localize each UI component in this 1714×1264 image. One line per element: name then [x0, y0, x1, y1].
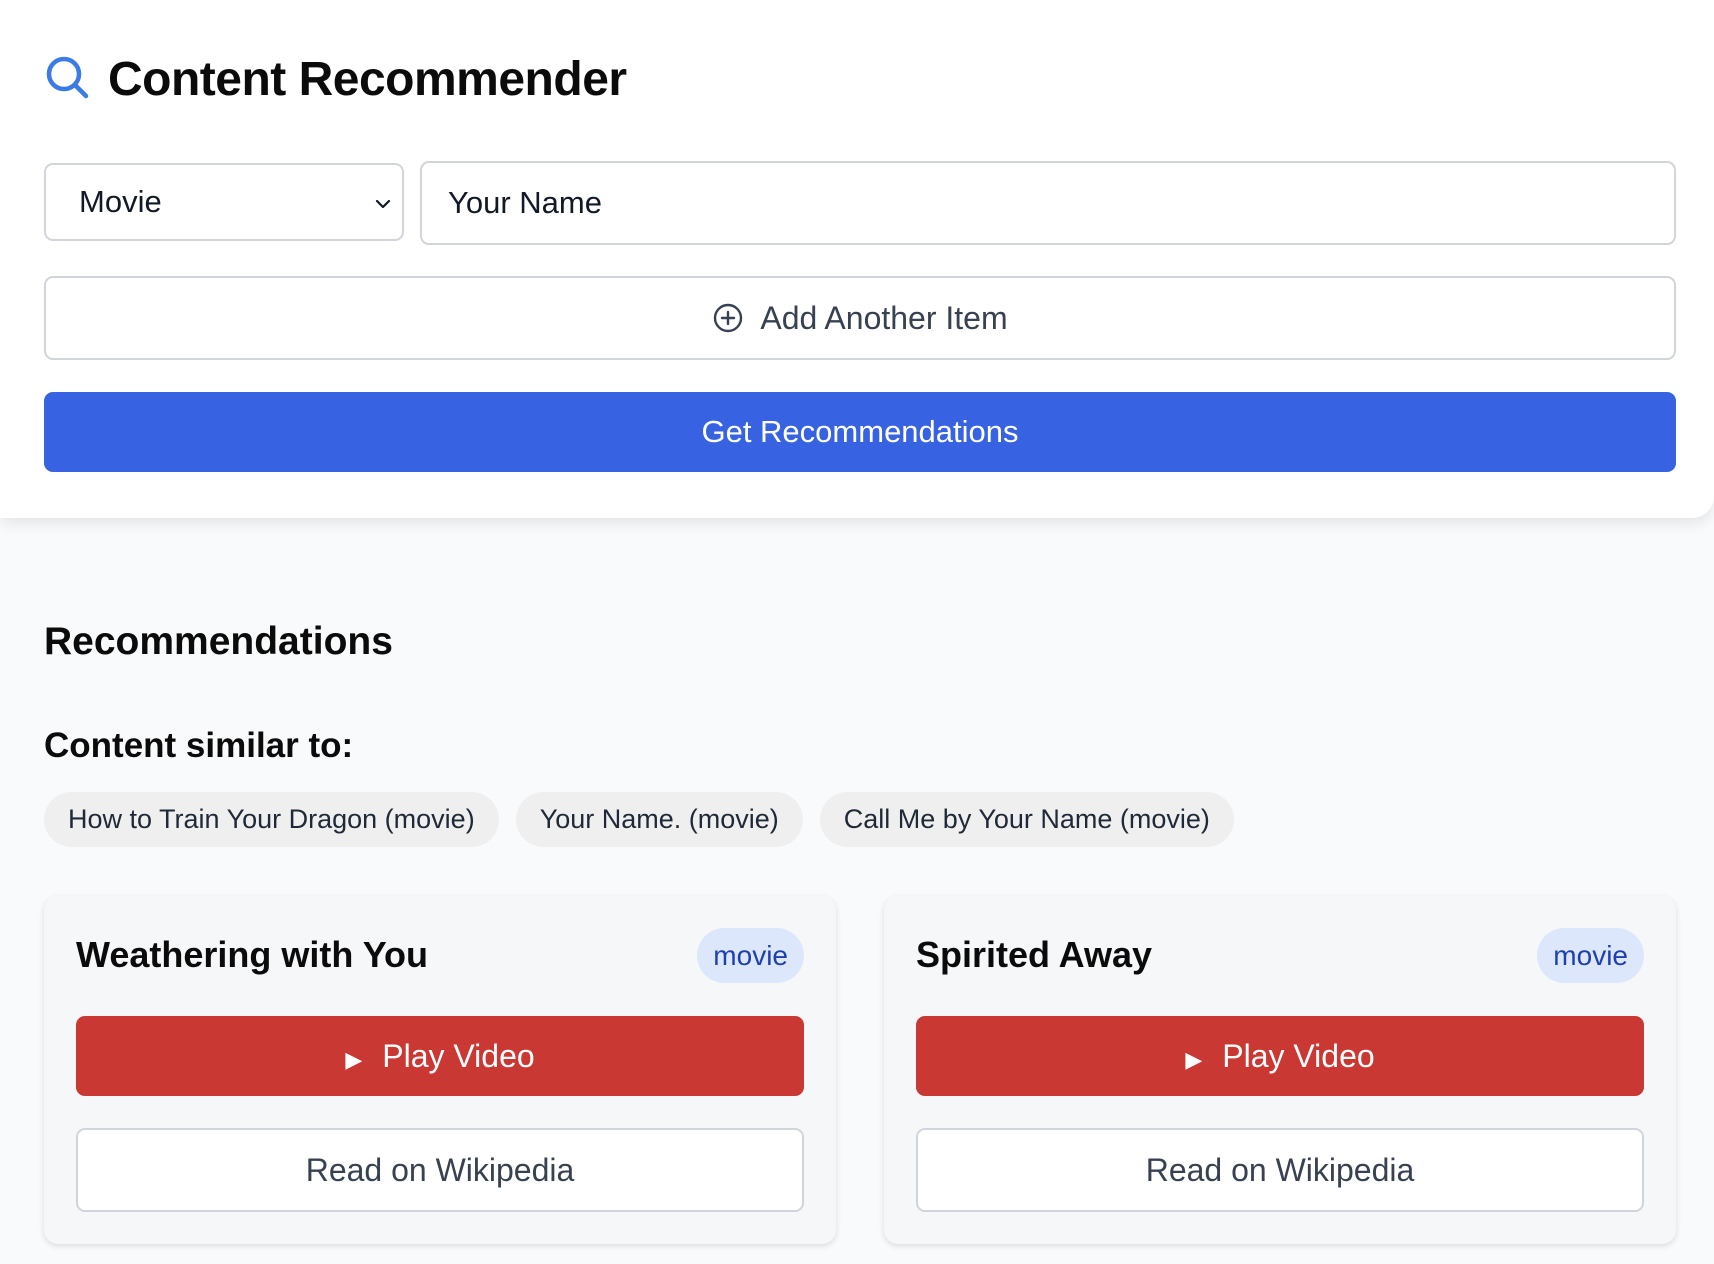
- type-badge: movie: [697, 928, 804, 983]
- play-video-label: Play Video: [382, 1037, 535, 1074]
- plus-circle-icon: [714, 303, 743, 333]
- similar-item-chip: Call Me by Your Name (movie): [819, 792, 1234, 847]
- content-type-select[interactable]: Movie: [44, 163, 404, 241]
- app-header: Content Recommender: [44, 52, 627, 107]
- page-title: Content Recommender: [108, 53, 627, 106]
- recommendations-heading: Recommendations: [44, 620, 393, 663]
- input-panel: Content Recommender Movie Your Name Add …: [0, 0, 1714, 518]
- play-video-button[interactable]: ▶ Play Video: [76, 1016, 804, 1096]
- chevron-down-icon: [375, 199, 391, 209]
- read-wikipedia-button[interactable]: Read on Wikipedia: [916, 1128, 1644, 1212]
- read-wikipedia-button[interactable]: Read on Wikipedia: [76, 1128, 804, 1212]
- item-name-input[interactable]: Your Name: [420, 161, 1676, 245]
- card-title: Weathering with You: [76, 934, 429, 975]
- add-another-item-button[interactable]: Add Another Item: [44, 276, 1676, 360]
- similar-heading: Content similar to:: [44, 726, 354, 765]
- play-icon: ▶: [345, 1047, 363, 1072]
- search-icon: [44, 54, 90, 105]
- similar-items-list: How to Train Your Dragon (movie) Your Na…: [44, 792, 1234, 847]
- read-wikipedia-label: Read on Wikipedia: [305, 1151, 575, 1188]
- play-video-button[interactable]: ▶ Play Video: [916, 1016, 1644, 1096]
- content-type-value: Movie: [79, 184, 162, 219]
- similar-item-chip: Your Name. (movie): [515, 792, 803, 847]
- recommendation-card: Weathering with You movie ▶ Play Video R…: [44, 896, 836, 1244]
- play-icon: ▶: [1185, 1047, 1203, 1072]
- type-badge: movie: [1537, 928, 1644, 983]
- read-wikipedia-label: Read on Wikipedia: [1145, 1151, 1415, 1188]
- play-video-label: Play Video: [1222, 1037, 1375, 1074]
- get-recommendations-label: Get Recommendations: [701, 414, 1019, 449]
- similar-item-chip: How to Train Your Dragon (movie): [44, 792, 499, 847]
- recommendation-card: Spirited Away movie ▶ Play Video Read on…: [884, 896, 1676, 1244]
- get-recommendations-button[interactable]: Get Recommendations: [44, 392, 1676, 472]
- item-input-row: Movie Your Name: [44, 161, 1676, 245]
- item-name-value: Your Name: [448, 185, 602, 220]
- card-title: Spirited Away: [916, 934, 1153, 975]
- add-another-item-label: Add Another Item: [760, 299, 1008, 336]
